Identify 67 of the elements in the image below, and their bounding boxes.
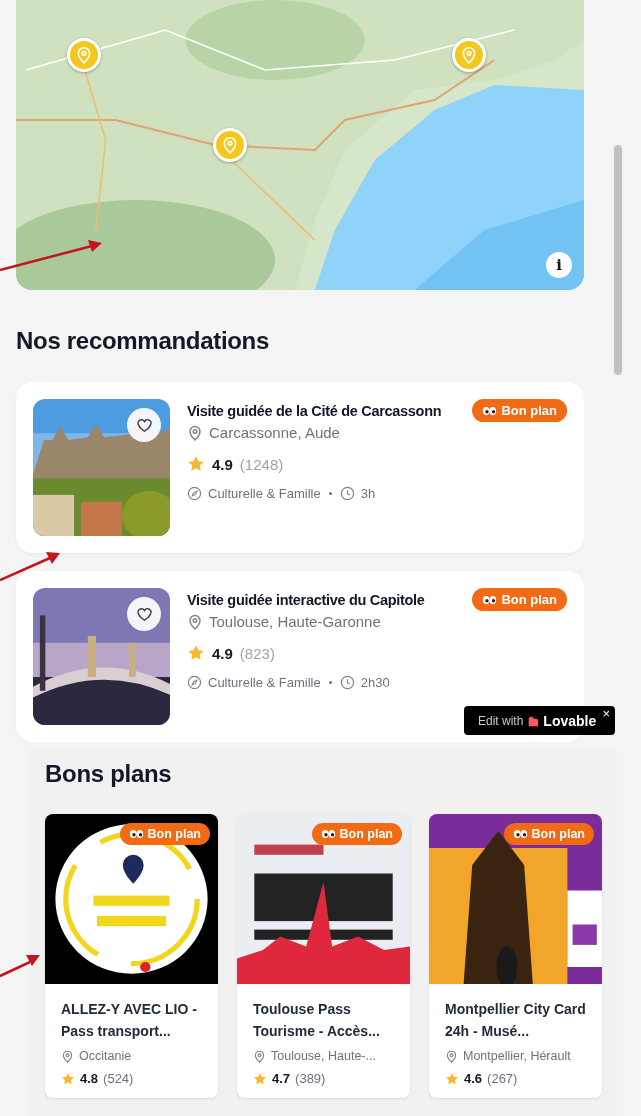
location: Montpellier, Hérault (463, 1049, 571, 1063)
location-pin-icon (253, 1049, 266, 1063)
category: Culturelle & Famille (208, 486, 321, 501)
edit-with-lovable-badge[interactable]: Edit with Lovable × (464, 706, 615, 735)
deal-card[interactable]: Bon plan Montpellier City Card 24h - Musé... Montpellier, Hérault 4.6 (267) (429, 814, 602, 1098)
star-icon (253, 1071, 267, 1086)
location-pin-icon (187, 424, 203, 441)
deal-card[interactable]: Bon plan ALLEZ-Y AVEC LIO - Pass transport... Occitanie 4.8 (524) (45, 814, 218, 1098)
location-pin-icon (445, 1049, 458, 1063)
duration: 2h30 (360, 675, 390, 690)
separator-dot (328, 681, 332, 684)
map-pin-icon (75, 46, 93, 64)
section-title: Nos recommandations (16, 326, 271, 356)
compass-icon (187, 486, 202, 501)
separator-dot (328, 492, 332, 495)
annotation-arrow (0, 955, 40, 978)
map-pin-icon (460, 46, 478, 64)
location: Toulouse, Haute-... (271, 1049, 376, 1063)
deal-title: Toulouse Pass Tourisme - Accès... (253, 1000, 381, 1041)
tour-title: Visite guidée de la Cité de Carcassonn (187, 402, 442, 421)
close-button[interactable]: × (602, 707, 610, 721)
location: Carcassonne, Aude (209, 424, 340, 441)
badge-label: Bon plan (531, 827, 585, 841)
star-icon (187, 644, 205, 662)
star-icon (187, 455, 205, 473)
badge-label: Bon plan (339, 827, 393, 841)
badge-label: Bon plan (501, 592, 557, 607)
badge-label: Bon plan (501, 403, 557, 418)
location: Toulouse, Haute-Garonne (209, 613, 381, 630)
heart-icon (135, 416, 153, 434)
tour-title: Visite guidée interactive du Capitole (187, 591, 425, 610)
review-count: (524) (103, 1071, 134, 1086)
eyes-icon (128, 829, 144, 839)
location: Occitanie (79, 1049, 132, 1063)
review-count: (1248) (239, 455, 284, 473)
star-icon (445, 1071, 459, 1086)
eyes-icon (512, 829, 528, 839)
clock-icon (339, 486, 355, 501)
badge-label: Bon plan (147, 827, 201, 841)
review-count: (823) (239, 644, 275, 662)
map[interactable]: i (16, 0, 584, 290)
rating: 4.6 (464, 1071, 483, 1086)
tour-card[interactable]: Visite guidée de la Cité de Carcassonn Bon plan Carcassonne, Aude 4.9 (1248) Culturelle & Famille 3h (16, 382, 584, 553)
map-pin-icon (221, 136, 239, 154)
annotation-arrow (0, 552, 60, 582)
eyes-icon (320, 829, 336, 839)
deal-title: ALLEZ-Y AVEC LIO - Pass transport... (61, 1000, 198, 1041)
review-count: (267) (487, 1071, 518, 1086)
eyes-icon (482, 405, 498, 416)
rating: 4.9 (212, 644, 233, 662)
deal-card[interactable]: Bon plan Toulouse Pass Tourisme - Accès... Toulouse, Haute-... 4.7 (389) (237, 814, 410, 1098)
heart-icon (135, 605, 153, 623)
eyes-icon (482, 594, 498, 605)
deal-title: Montpellier City Card 24h - Musé... (445, 1000, 587, 1041)
location-pin-icon (187, 613, 203, 630)
star-icon (61, 1071, 75, 1086)
duration: 3h (360, 486, 376, 501)
category: Culturelle & Famille (208, 675, 321, 690)
section-title: Bons plans (45, 759, 173, 789)
rating: 4.8 (80, 1071, 99, 1086)
rating: 4.9 (212, 455, 233, 473)
review-count: (389) (295, 1071, 326, 1086)
compass-icon (187, 675, 202, 690)
rating: 4.7 (272, 1071, 291, 1086)
badge-prefix: Edit with (478, 713, 524, 728)
location-pin-icon (61, 1049, 74, 1063)
clock-icon (339, 675, 355, 690)
